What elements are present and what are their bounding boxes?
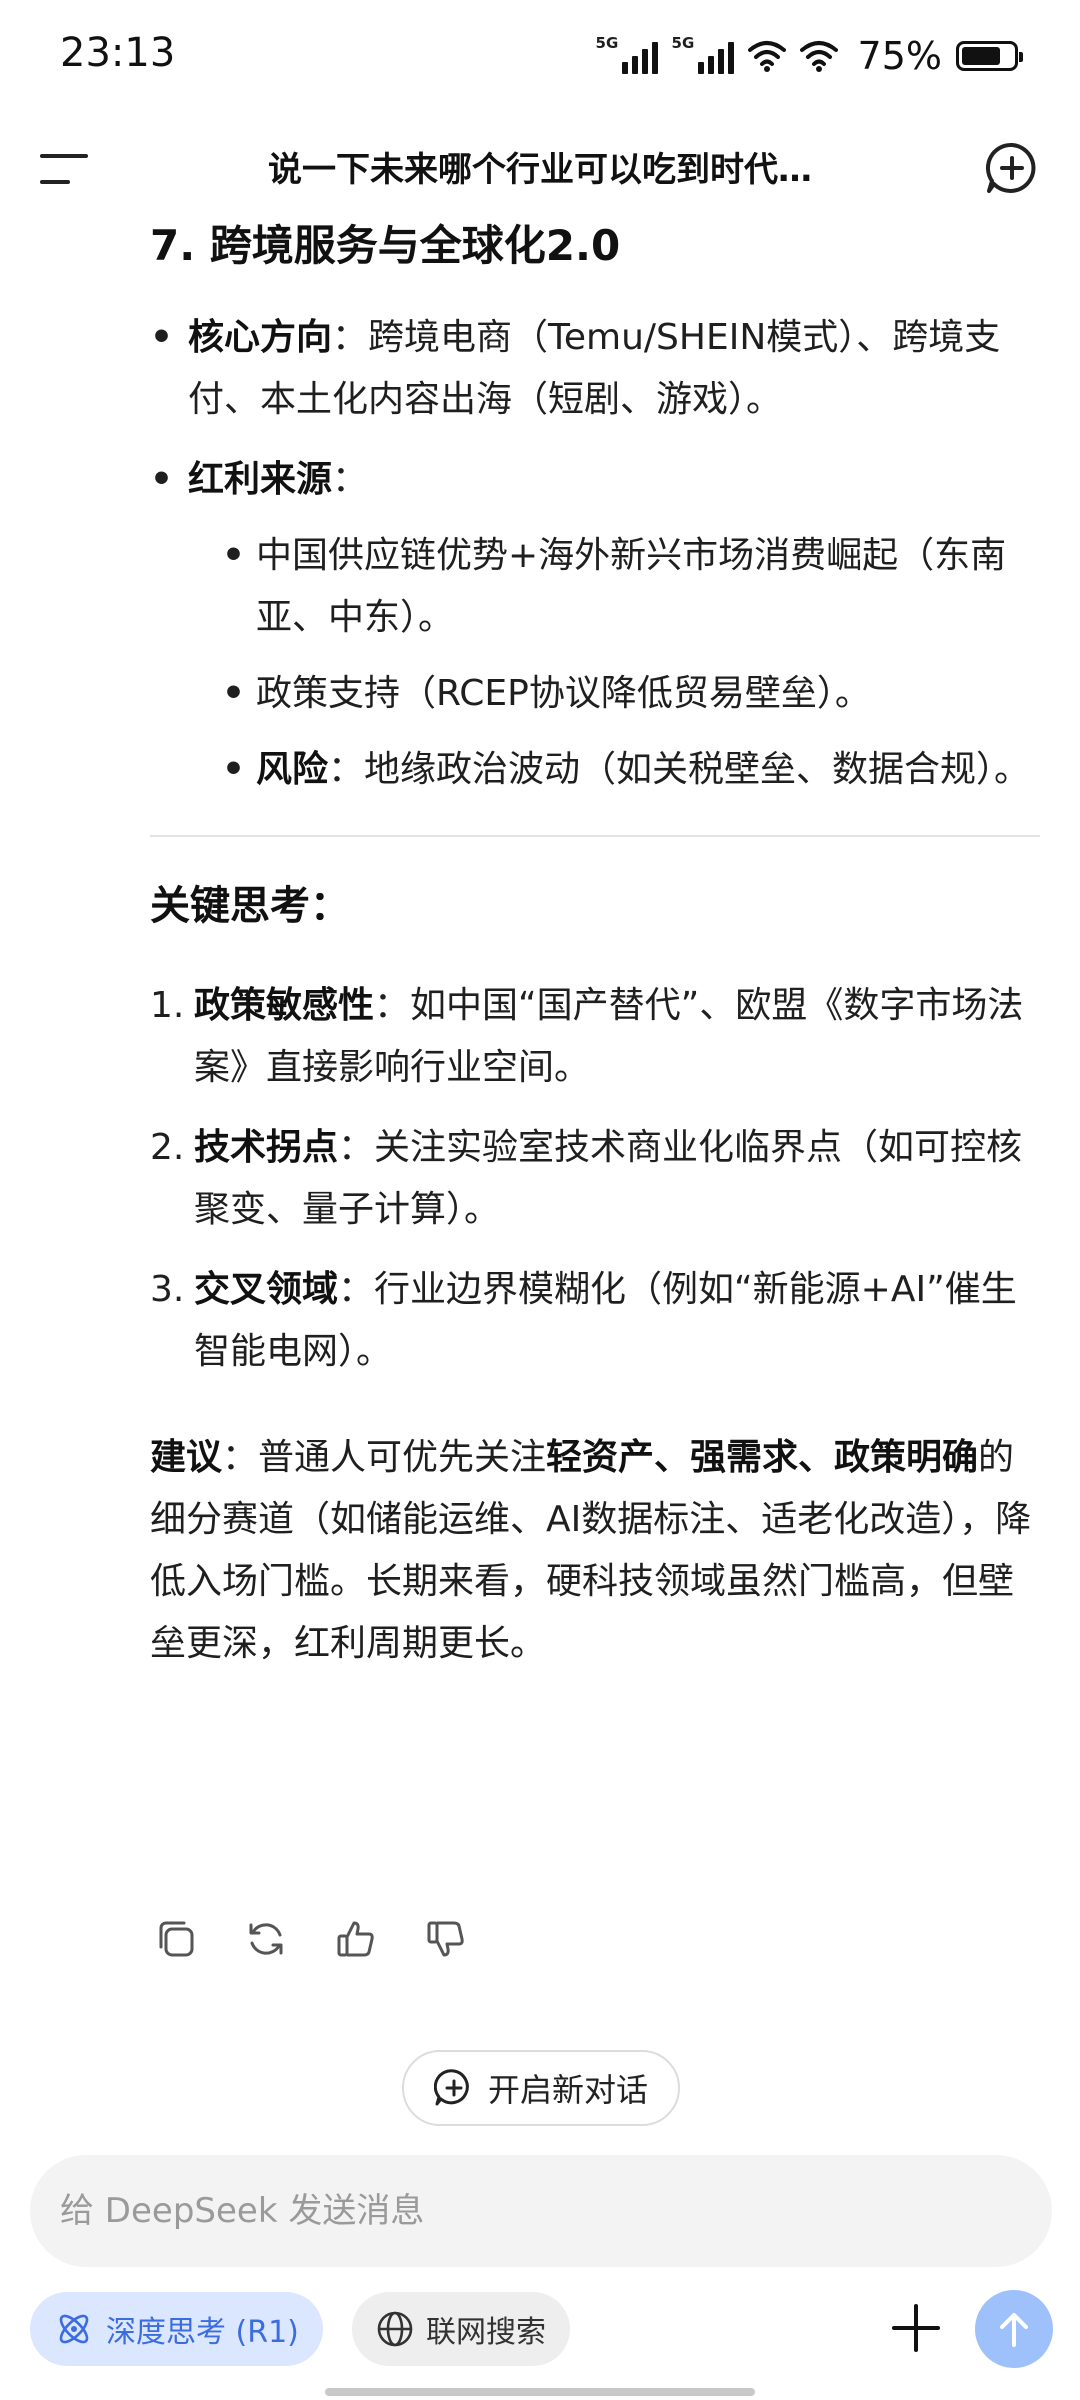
list-item: 1. 政策敏感性：如中国“国产替代”、欧盟《数字市场法案》直接影响行业空间。 xyxy=(150,975,1040,1099)
sub-bullet-text: ：地缘政治波动（如关税壁垒、数据合规）。 xyxy=(328,749,1031,790)
section-heading: 7. 跨境服务与全球化2.0 xyxy=(150,221,621,270)
deep-think-label: 深度思考 (R1) xyxy=(106,2315,299,2350)
status-bar: 23:13 5G 5G 75% xyxy=(0,0,1080,110)
status-time: 23:13 xyxy=(60,30,176,76)
thinking-heading: 关键思考： xyxy=(150,883,350,929)
sub-bullet-text: 政策支持（RCEP协议降低贸易壁垒）。 xyxy=(256,673,871,714)
home-indicator[interactable] xyxy=(325,2388,755,2396)
list-item: 3. 交叉领域：行业边界模糊化（例如“新能源+AI”催生智能电网）。 xyxy=(150,1259,1040,1383)
chat-title: 说一下未来哪个行业可以吃到时代… xyxy=(268,150,812,190)
bullet-label: 红利来源 xyxy=(188,459,333,500)
battery-percent: 75% xyxy=(857,34,942,78)
sub-bullet-label: 风险 xyxy=(256,749,329,790)
item-number: 1. xyxy=(150,985,185,1026)
network-type-2: 5G xyxy=(671,34,695,52)
advice-label: 建议 xyxy=(150,1437,223,1478)
list-item: 政策支持（RCEP协议降低贸易壁垒）。 xyxy=(222,663,1040,725)
list-item: 中国供应链优势+海外新兴市场消费崛起（东南亚、中东）。 xyxy=(222,525,1040,649)
divider xyxy=(150,835,1040,837)
regenerate-icon[interactable] xyxy=(245,1918,287,1960)
menu-icon[interactable] xyxy=(40,154,88,186)
wifi-icon xyxy=(747,41,786,72)
new-chat-button[interactable]: 开启新对话 xyxy=(402,2050,680,2126)
bullet-label: 核心方向 xyxy=(188,317,333,358)
list-item: 红利来源： 中国供应链优势+海外新兴市场消费崛起（东南亚、中东）。 政策支持（R… xyxy=(150,449,1040,801)
atom-icon xyxy=(59,2314,89,2344)
numbered-list: 1. 政策敏感性：如中国“国产替代”、欧盟《数字市场法案》直接影响行业空间。 2.… xyxy=(150,975,1040,1383)
list-item: 风险：地缘政治波动（如关税壁垒、数据合规）。 xyxy=(222,739,1040,801)
item-label: 交叉领域 xyxy=(194,1269,339,1310)
web-search-label: 联网搜索 xyxy=(426,2315,546,2350)
deep-think-toggle[interactable]: 深度思考 (R1) xyxy=(30,2292,323,2366)
message-input-container xyxy=(30,2155,1052,2267)
send-button[interactable] xyxy=(975,2290,1053,2368)
item-label: 政策敏感性 xyxy=(194,985,375,1026)
bullet-list: 核心方向：跨境电商（Temu/SHEIN模式）、跨境支付、本土化内容出海（短剧、… xyxy=(150,307,1040,801)
assistant-message: 7. 跨境服务与全球化2.0 核心方向：跨境电商（Temu/SHEIN模式）、跨… xyxy=(150,215,1040,1675)
sub-bullet-text: 中国供应链优势+海外新兴市场消费崛起（东南亚、中东）。 xyxy=(256,535,1007,638)
arrow-up-icon xyxy=(1000,2313,1028,2347)
chat-header: 说一下未来哪个行业可以吃到时代… xyxy=(0,120,1080,220)
signal-icon: 5G xyxy=(596,34,658,74)
new-chat-icon xyxy=(433,2069,469,2106)
signal-icon: 5G xyxy=(672,34,734,74)
list-item: 2. 技术拐点：关注实验室技术商业化临界点（如可控核聚变、量子计算）。 xyxy=(150,1117,1040,1241)
thumbs-down-icon[interactable] xyxy=(425,1918,467,1960)
thumbs-up-icon[interactable] xyxy=(335,1918,377,1960)
new-chat-icon[interactable] xyxy=(984,140,1040,196)
advice-text: ：普通人可优先关注 xyxy=(222,1437,547,1478)
advice-emphasis: 轻资产、强需求、政策明确 xyxy=(546,1437,979,1478)
list-item: 核心方向：跨境电商（Temu/SHEIN模式）、跨境支付、本土化内容出海（短剧、… xyxy=(150,307,1040,431)
new-chat-label: 开启新对话 xyxy=(487,2071,648,2109)
advice-paragraph: 建议：普通人可优先关注轻资产、强需求、政策明确的细分赛道（如储能运维、AI数据标… xyxy=(150,1427,1040,1675)
status-icons: 5G 5G 75% xyxy=(596,34,1023,78)
wifi-icon xyxy=(799,41,838,72)
message-actions xyxy=(155,1918,467,1960)
item-label: 技术拐点 xyxy=(194,1127,339,1168)
sub-bullet-list: 中国供应链优势+海外新兴市场消费崛起（东南亚、中东）。 政策支持（RCEP协议降… xyxy=(222,525,1040,801)
attach-plus-icon[interactable] xyxy=(888,2300,944,2356)
item-number: 2. xyxy=(150,1127,185,1168)
message-input[interactable] xyxy=(30,2155,1052,2267)
copy-icon[interactable] xyxy=(155,1918,197,1960)
battery-icon xyxy=(956,41,1023,71)
web-search-toggle[interactable]: 联网搜索 xyxy=(352,2292,570,2366)
globe-icon xyxy=(377,2311,413,2347)
bullet-text: ： xyxy=(332,459,369,500)
network-type-1: 5G xyxy=(595,34,619,52)
item-number: 3. xyxy=(150,1269,185,1310)
